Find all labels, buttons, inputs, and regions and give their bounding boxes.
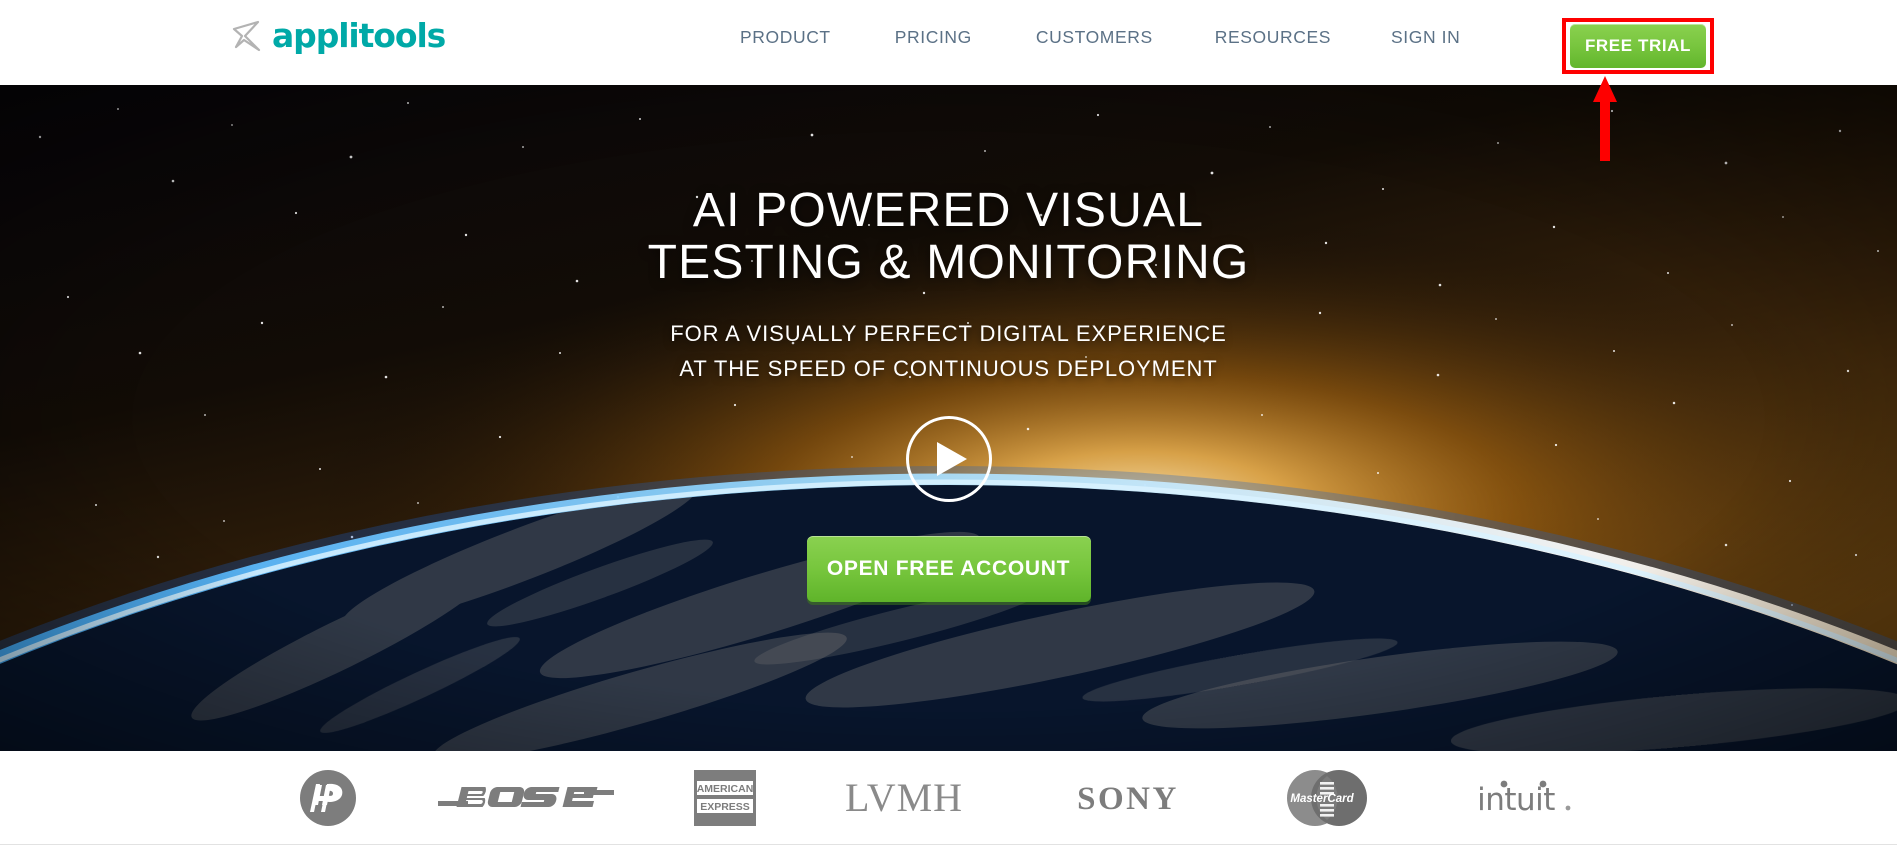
- hero-content: AI POWERED VISUAL TESTING & MONITORING F…: [0, 85, 1897, 751]
- client-logo-strip: AMERICAN EXPRESS LVMH SONY MasterCard in…: [0, 751, 1897, 845]
- hero-title: AI POWERED VISUAL TESTING & MONITORING: [648, 185, 1250, 289]
- svg-text:MasterCard: MasterCard: [1290, 793, 1354, 805]
- client-logo-american-express[interactable]: AMERICAN EXPRESS: [693, 769, 756, 826]
- hero-title-line-2: TESTING & MONITORING: [647, 236, 1250, 289]
- video-play-button[interactable]: [905, 416, 992, 502]
- hero-subtitle-line-1: FOR A VISUALLY PERFECT DIGITAL EXPERIENC…: [670, 321, 1227, 346]
- client-logo-sony[interactable]: SONY: [1052, 780, 1204, 816]
- sony-icon: SONY: [1077, 781, 1179, 816]
- hero-section: AI POWERED VISUAL TESTING & MONITORING F…: [0, 85, 1897, 751]
- client-logo-intuit[interactable]: intuit: [1450, 776, 1590, 820]
- free-trial-button[interactable]: FREE TRIAL: [1570, 24, 1706, 68]
- nav-item-customers[interactable]: CUSTOMERS: [1036, 27, 1153, 48]
- american-express-icon: AMERICAN EXPRESS: [693, 769, 756, 826]
- svg-text:SONY: SONY: [1077, 781, 1179, 816]
- annotation-arrow-icon: [1593, 76, 1617, 161]
- client-logo-lvmh[interactable]: LVMH: [836, 777, 972, 819]
- nav-item-product[interactable]: PRODUCT: [740, 27, 831, 48]
- client-logo-hp[interactable]: [298, 768, 358, 828]
- svg-text:AMERICAN: AMERICAN: [696, 783, 753, 795]
- mastercard-icon: MasterCard: [1286, 769, 1367, 826]
- nav-item-sign-in[interactable]: SIGN IN: [1391, 27, 1460, 48]
- svg-text:EXPRESS: EXPRESS: [700, 801, 750, 813]
- open-free-account-button[interactable]: OPEN FREE ACCOUNT: [806, 536, 1091, 602]
- free-trial-label: FREE TRIAL: [1584, 36, 1692, 55]
- main-navigation: PRODUCT PRICING CUSTOMERS RESOURCES SIGN…: [740, 27, 1460, 48]
- bose-icon: [437, 786, 614, 807]
- nav-item-pricing[interactable]: PRICING: [895, 27, 972, 48]
- hero-subtitle: FOR A VISUALLY PERFECT DIGITAL EXPERIENC…: [670, 316, 1227, 386]
- svg-text:intuit: intuit: [1477, 782, 1555, 818]
- site-header: applitools PRODUCT PRICING CUSTOMERS RES…: [0, 0, 1897, 161]
- brand-logo[interactable]: applitools: [232, 16, 446, 55]
- open-free-account-label: OPEN FREE ACCOUNT: [826, 557, 1071, 580]
- hero-title-line-1: AI POWERED VISUAL: [692, 184, 1205, 237]
- client-logo-bose[interactable]: [437, 777, 614, 819]
- hero-subtitle-line-2: AT THE SPEED OF CONTINUOUS DEPLOYMENT: [679, 356, 1218, 381]
- client-logo-mastercard[interactable]: MasterCard: [1284, 768, 1370, 828]
- nav-item-resources[interactable]: RESOURCES: [1215, 27, 1331, 48]
- lvmh-icon: LVMH: [844, 777, 962, 819]
- play-icon: [937, 442, 967, 476]
- svg-text:LVMH: LVMH: [844, 777, 962, 819]
- hp-icon: [299, 769, 356, 826]
- intuit-icon: intuit: [1477, 780, 1570, 818]
- brand-name: applitools: [272, 16, 446, 55]
- applitools-dart-icon: [232, 20, 261, 52]
